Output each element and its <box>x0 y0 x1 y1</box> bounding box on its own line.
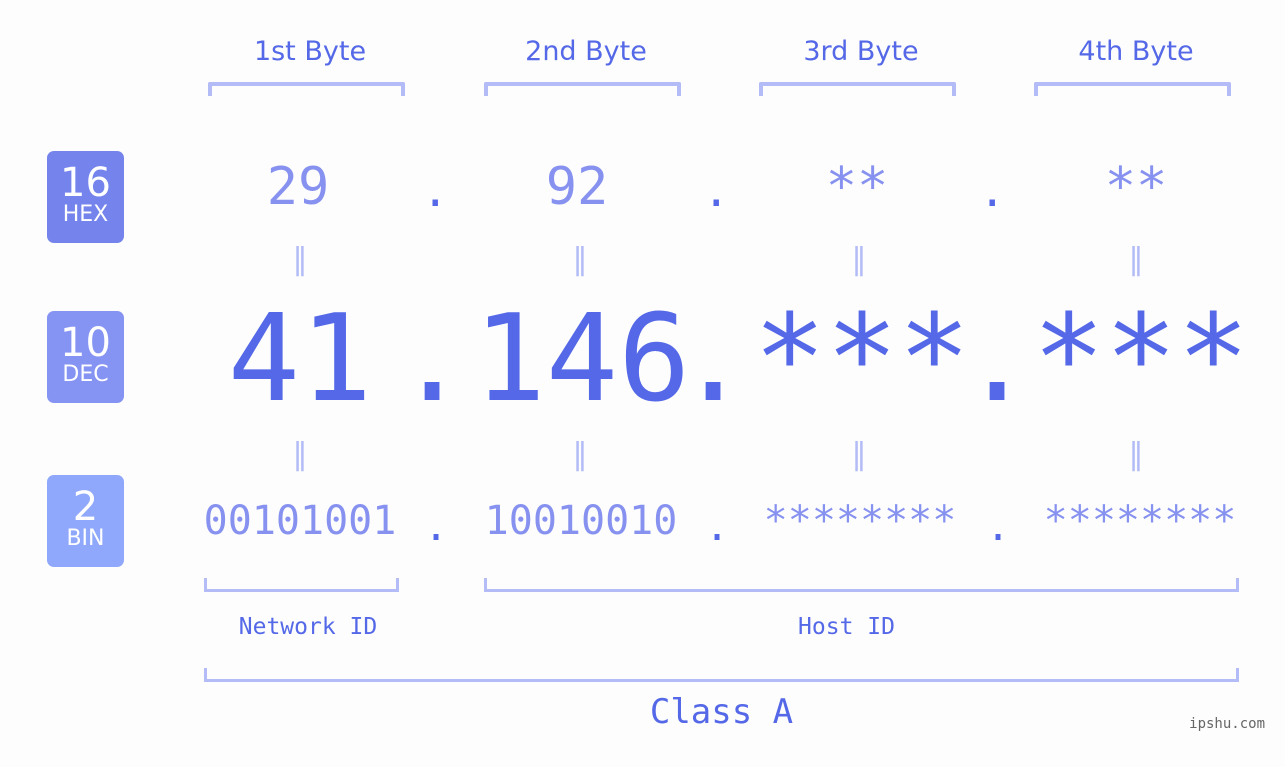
equals-hex-dec-4: ‖ <box>1128 242 1144 277</box>
byte-header-4: 4th Byte <box>1078 36 1194 67</box>
equals-hex-dec-2: ‖ <box>572 242 588 277</box>
byte-bracket-2 <box>484 82 681 96</box>
host-id-label: Host ID <box>798 614 895 640</box>
hex-separator-2: . <box>703 166 730 217</box>
class-bracket <box>204 668 1239 682</box>
hex-byte-1: 29 <box>266 157 330 217</box>
hex-byte-4: ** <box>1104 157 1168 217</box>
byte-header-2: 2nd Byte <box>525 36 647 67</box>
equals-dec-bin-1: ‖ <box>292 437 308 472</box>
bin-byte-4: ******** <box>1043 498 1237 544</box>
dec-badge-label: DEC <box>62 362 109 387</box>
dec-byte-3: *** <box>753 290 971 429</box>
hex-badge: 16 HEX <box>47 151 124 243</box>
hex-separator-1: . <box>422 166 449 217</box>
hex-badge-number: 16 <box>60 160 111 206</box>
bin-byte-3: ******** <box>763 498 957 544</box>
hex-byte-3: ** <box>825 157 889 217</box>
dec-badge-number: 10 <box>60 320 111 366</box>
bin-separator-3: . <box>986 504 1011 550</box>
equals-dec-bin-2: ‖ <box>572 437 588 472</box>
hex-badge-label: HEX <box>62 202 109 227</box>
bin-separator-1: . <box>424 504 449 550</box>
equals-hex-dec-1: ‖ <box>292 242 308 277</box>
hex-byte-2: 92 <box>545 157 609 217</box>
dec-separator-1: . <box>396 290 469 429</box>
byte-bracket-1 <box>208 82 405 96</box>
bin-badge: 2 BIN <box>47 475 124 567</box>
equals-dec-bin-4: ‖ <box>1128 437 1144 472</box>
watermark: ipshu.com <box>1189 716 1265 732</box>
bin-badge-label: BIN <box>66 526 105 551</box>
class-label: Class A <box>649 692 794 732</box>
dec-badge: 10 DEC <box>47 311 124 403</box>
bin-byte-2: 10010010 <box>484 498 678 544</box>
bin-badge-number: 2 <box>72 484 99 530</box>
network-id-bracket <box>204 578 399 592</box>
dec-separator-2: . <box>677 290 750 429</box>
dec-byte-4: *** <box>1032 290 1250 429</box>
host-id-bracket <box>484 578 1239 592</box>
network-id-label: Network ID <box>238 614 378 640</box>
bin-separator-2: . <box>705 504 730 550</box>
bin-byte-1: 00101001 <box>203 498 397 544</box>
dec-separator-3: . <box>961 290 1034 429</box>
byte-header-3: 3rd Byte <box>803 36 919 67</box>
byte-header-1: 1st Byte <box>253 36 367 67</box>
byte-bracket-3 <box>759 82 956 96</box>
hex-separator-3: . <box>979 166 1006 217</box>
equals-dec-bin-3: ‖ <box>851 437 867 472</box>
equals-hex-dec-3: ‖ <box>851 242 867 277</box>
byte-bracket-4 <box>1034 82 1231 96</box>
